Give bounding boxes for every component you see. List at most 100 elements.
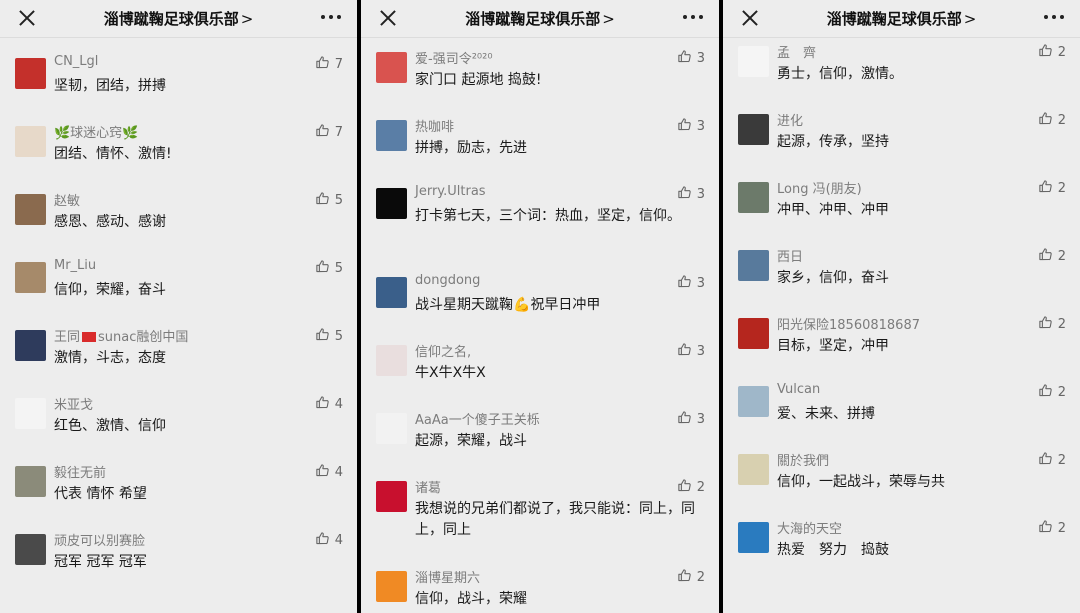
comment-text-content: 团结、情怀、激情! — [54, 146, 172, 162]
avatar[interactable] — [738, 250, 769, 281]
avatar[interactable] — [15, 330, 46, 361]
like-button[interactable]: 3 — [677, 274, 705, 293]
commenter-name[interactable]: 米亚戈 — [54, 394, 93, 413]
like-button[interactable]: 2 — [677, 568, 705, 587]
avatar[interactable] — [376, 571, 407, 602]
commenter-name[interactable]: Vulcan — [777, 382, 820, 397]
like-button[interactable]: 3 — [677, 342, 705, 361]
commenter-name[interactable]: 西日 — [777, 246, 803, 265]
thumbs-up-icon — [1038, 383, 1058, 402]
avatar[interactable] — [376, 345, 407, 376]
like-count: 3 — [696, 412, 705, 427]
avatar[interactable] — [376, 481, 407, 512]
avatar[interactable] — [738, 318, 769, 349]
like-button[interactable]: 2 — [1038, 315, 1066, 334]
commenter-name[interactable]: dongdong — [415, 273, 480, 288]
like-button[interactable]: 4 — [315, 395, 343, 414]
avatar[interactable] — [376, 413, 407, 444]
like-button[interactable]: 4 — [315, 463, 343, 482]
avatar[interactable] — [738, 522, 769, 553]
like-button[interactable]: 5 — [315, 259, 343, 278]
commenter-name[interactable]: 热咖啡 — [415, 116, 454, 135]
commenter-name[interactable]: Jerry.Ultras — [415, 184, 486, 199]
commenter-name[interactable]: 阳光保险18560818687 — [777, 314, 920, 333]
like-count: 2 — [1057, 385, 1066, 400]
commenter-name[interactable]: 爱-强司令²⁰²⁰ — [415, 48, 493, 67]
commenter-name[interactable]: Mr_Liu — [54, 258, 96, 273]
avatar[interactable] — [15, 534, 46, 565]
commenter-name[interactable]: 淄博星期六 — [415, 567, 480, 586]
like-button[interactable]: 2 — [1038, 519, 1066, 538]
avatar[interactable] — [738, 454, 769, 485]
like-button[interactable]: 3 — [677, 117, 705, 136]
thumbs-up-icon — [677, 568, 697, 587]
commenter-name-text: 毅往无前 — [54, 466, 107, 481]
like-button[interactable]: 4 — [315, 531, 343, 550]
commenter-name[interactable]: 诸葛 — [415, 477, 441, 496]
like-button[interactable]: 2 — [1038, 383, 1066, 402]
like-button[interactable]: 2 — [1038, 451, 1066, 470]
commenter-name-suffix: sunac融创中国 — [98, 330, 189, 345]
commenter-name-text: CN_Lgl — [54, 54, 99, 69]
commenter-name[interactable]: 毅往无前 — [54, 462, 106, 481]
close-icon[interactable] — [741, 9, 759, 27]
avatar[interactable] — [376, 277, 407, 308]
like-button[interactable]: 7 — [315, 123, 343, 142]
page-title[interactable]: 淄博蹴鞠足球俱乐部 > — [783, 8, 1020, 29]
like-button[interactable]: 2 — [1038, 43, 1066, 62]
commenter-name[interactable]: 大海的天空 — [777, 518, 842, 537]
avatar[interactable] — [15, 194, 46, 225]
commenter-name[interactable]: AaAa一个傻子王关栎 — [415, 409, 540, 428]
commenter-name[interactable]: 赵敏 — [54, 190, 80, 209]
commenter-name[interactable]: 进化 — [777, 110, 803, 129]
like-button[interactable]: 3 — [677, 410, 705, 429]
avatar[interactable] — [738, 114, 769, 145]
commenter-name[interactable]: CN_Lgl — [54, 54, 98, 69]
like-button[interactable]: 2 — [1038, 111, 1066, 130]
page-title[interactable]: 淄博蹴鞠足球俱乐部 > — [60, 8, 297, 29]
comment-text-content: 打卡第七天，三个词：热血，坚定，信仰。 — [415, 208, 681, 224]
like-button[interactable]: 5 — [315, 327, 343, 346]
avatar[interactable] — [376, 188, 407, 219]
like-button[interactable]: 7 — [315, 55, 343, 74]
avatar[interactable] — [738, 182, 769, 213]
avatar[interactable] — [376, 120, 407, 151]
commenter-name[interactable]: 孟 齊 — [777, 42, 816, 61]
avatar[interactable] — [738, 46, 769, 77]
page-title[interactable]: 淄博蹴鞠足球俱乐部 > — [421, 8, 659, 29]
comment-text-content: 激情，斗志，态度 — [54, 350, 166, 366]
more-icon[interactable] — [683, 15, 703, 21]
avatar[interactable] — [15, 58, 46, 89]
comment-text: 打卡第七天，三个词：热血，坚定，信仰。 — [415, 206, 697, 227]
avatar[interactable] — [15, 398, 46, 429]
commenter-name[interactable]: 王同 sunac融创中国 — [54, 326, 188, 345]
comment-text: 目标，坚定，冲甲 — [777, 336, 1058, 357]
more-icon[interactable] — [321, 15, 341, 21]
thumbs-up-icon — [315, 123, 335, 142]
like-button[interactable]: 2 — [1038, 247, 1066, 266]
like-button[interactable]: 3 — [677, 185, 705, 204]
thumbs-up-icon — [1038, 247, 1058, 266]
close-icon[interactable] — [18, 9, 36, 27]
like-button[interactable]: 5 — [315, 191, 343, 210]
avatar[interactable] — [738, 386, 769, 417]
commenter-name[interactable]: 關於我們 — [777, 450, 829, 469]
avatar[interactable] — [15, 126, 46, 157]
commenter-name[interactable]: 🌿球迷心窍🌿 — [54, 122, 138, 141]
commenter-name[interactable]: 顽皮可以别赛脸 — [54, 530, 145, 549]
avatar[interactable] — [15, 466, 46, 497]
like-button[interactable]: 2 — [677, 478, 705, 497]
avatar[interactable] — [376, 52, 407, 83]
commenter-name[interactable]: 信仰之名, — [415, 341, 471, 360]
comment-text: 红色、激情、信仰 — [54, 416, 335, 437]
commenter-name-text: 西日 — [777, 250, 804, 265]
comment-text-part: 战斗星期天蹴鞠 — [415, 297, 513, 313]
commenter-name[interactable]: Long 冯(朋友) — [777, 178, 862, 197]
avatar[interactable] — [15, 262, 46, 293]
like-button[interactable]: 2 — [1038, 179, 1066, 198]
more-icon[interactable] — [1044, 15, 1064, 21]
like-button[interactable]: 3 — [677, 49, 705, 68]
comment-text-content: 坚韧，团结，拼搏 — [54, 78, 166, 94]
close-icon[interactable] — [379, 9, 397, 27]
commenter-name-text: 王同 — [54, 330, 81, 345]
